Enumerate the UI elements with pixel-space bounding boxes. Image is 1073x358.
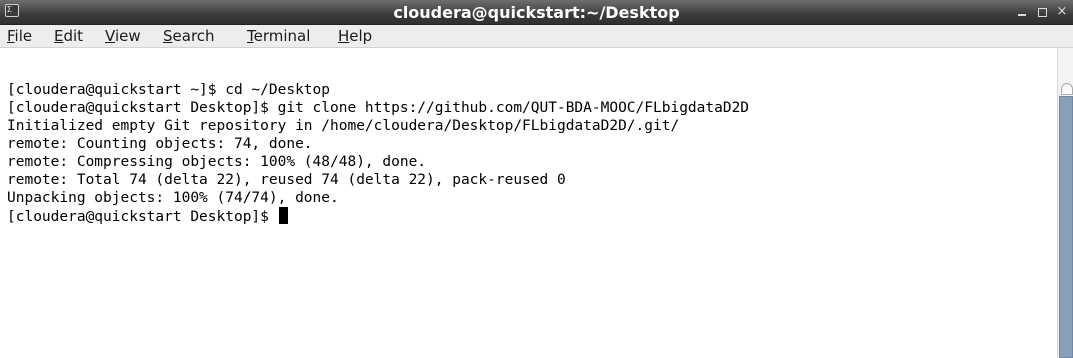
maximize-button[interactable]: [1034, 4, 1050, 20]
maximize-icon: [1038, 8, 1047, 17]
terminal-line: remote: Total 74 (delta 22), reused 74 (…: [7, 172, 566, 188]
close-button[interactable]: ×: [1054, 4, 1070, 20]
menu-help[interactable]: Help: [338, 25, 372, 47]
menu-view[interactable]: View: [105, 25, 141, 47]
terminal-line: [cloudera@quickstart ~]$ cd ~/Desktop: [7, 82, 331, 98]
terminal-line: [cloudera@quickstart Desktop]$ git clone…: [7, 100, 750, 116]
menu-search[interactable]: Search: [163, 25, 215, 47]
menu-edit[interactable]: Edit: [54, 25, 83, 47]
window-title: cloudera@quickstart:~/Desktop: [393, 3, 680, 22]
terminal-output[interactable]: [cloudera@quickstart ~]$ cd ~/Desktop [c…: [0, 48, 1057, 358]
minimize-button[interactable]: [1014, 4, 1030, 20]
title-bar[interactable]: Σ cloudera@quickstart:~/Desktop ×: [0, 0, 1073, 25]
text-cursor: [278, 207, 288, 224]
prompt-text: [cloudera@quickstart Desktop]$: [7, 209, 278, 225]
vertical-scrollbar[interactable]: [1057, 48, 1073, 358]
terminal-line: Unpacking objects: 100% (74/74), done.: [7, 190, 339, 206]
scrollbar-thumb[interactable]: [1059, 96, 1073, 358]
terminal-line: Initialized empty Git repository in /hom…: [7, 118, 680, 134]
terminal-line: remote: Compressing objects: 100% (48/48…: [7, 154, 427, 170]
menu-bar: File Edit View Search Terminal Help: [0, 25, 1073, 48]
terminal-line: remote: Counting objects: 74, done.: [7, 136, 313, 152]
minimize-icon: [1018, 14, 1026, 16]
scroll-up-button[interactable]: [1061, 83, 1073, 95]
terminal-prompt-line[interactable]: [cloudera@quickstart Desktop]$: [7, 207, 288, 225]
menu-file[interactable]: File: [7, 25, 32, 47]
close-icon: ×: [1056, 4, 1068, 19]
menu-terminal[interactable]: Terminal: [247, 25, 310, 47]
